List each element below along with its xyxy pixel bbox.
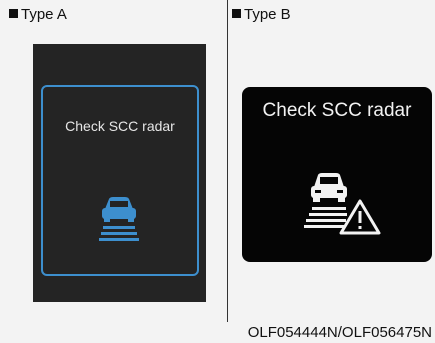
type-b-label-text: Type B	[244, 6, 291, 23]
type-a-message: Check SCC radar	[65, 118, 175, 134]
type-b-display: Check SCC radar	[242, 87, 432, 262]
bullet-square-icon	[232, 9, 241, 18]
type-a-label-text: Type A	[21, 6, 67, 23]
car-radar-icon	[99, 197, 139, 241]
column-divider	[227, 0, 228, 322]
type-b-message: Check SCC radar	[262, 100, 412, 121]
type-a-label: Type A	[9, 6, 67, 23]
figure-code: OLF054444N/OLF056475N	[247, 324, 432, 341]
type-b-label: Type B	[232, 6, 291, 23]
type-a-display: Check SCC radar	[33, 44, 206, 302]
type-a-frame: Check SCC radar	[41, 85, 199, 276]
car-radar-warning-icon	[304, 173, 381, 235]
bullet-square-icon	[9, 9, 18, 18]
